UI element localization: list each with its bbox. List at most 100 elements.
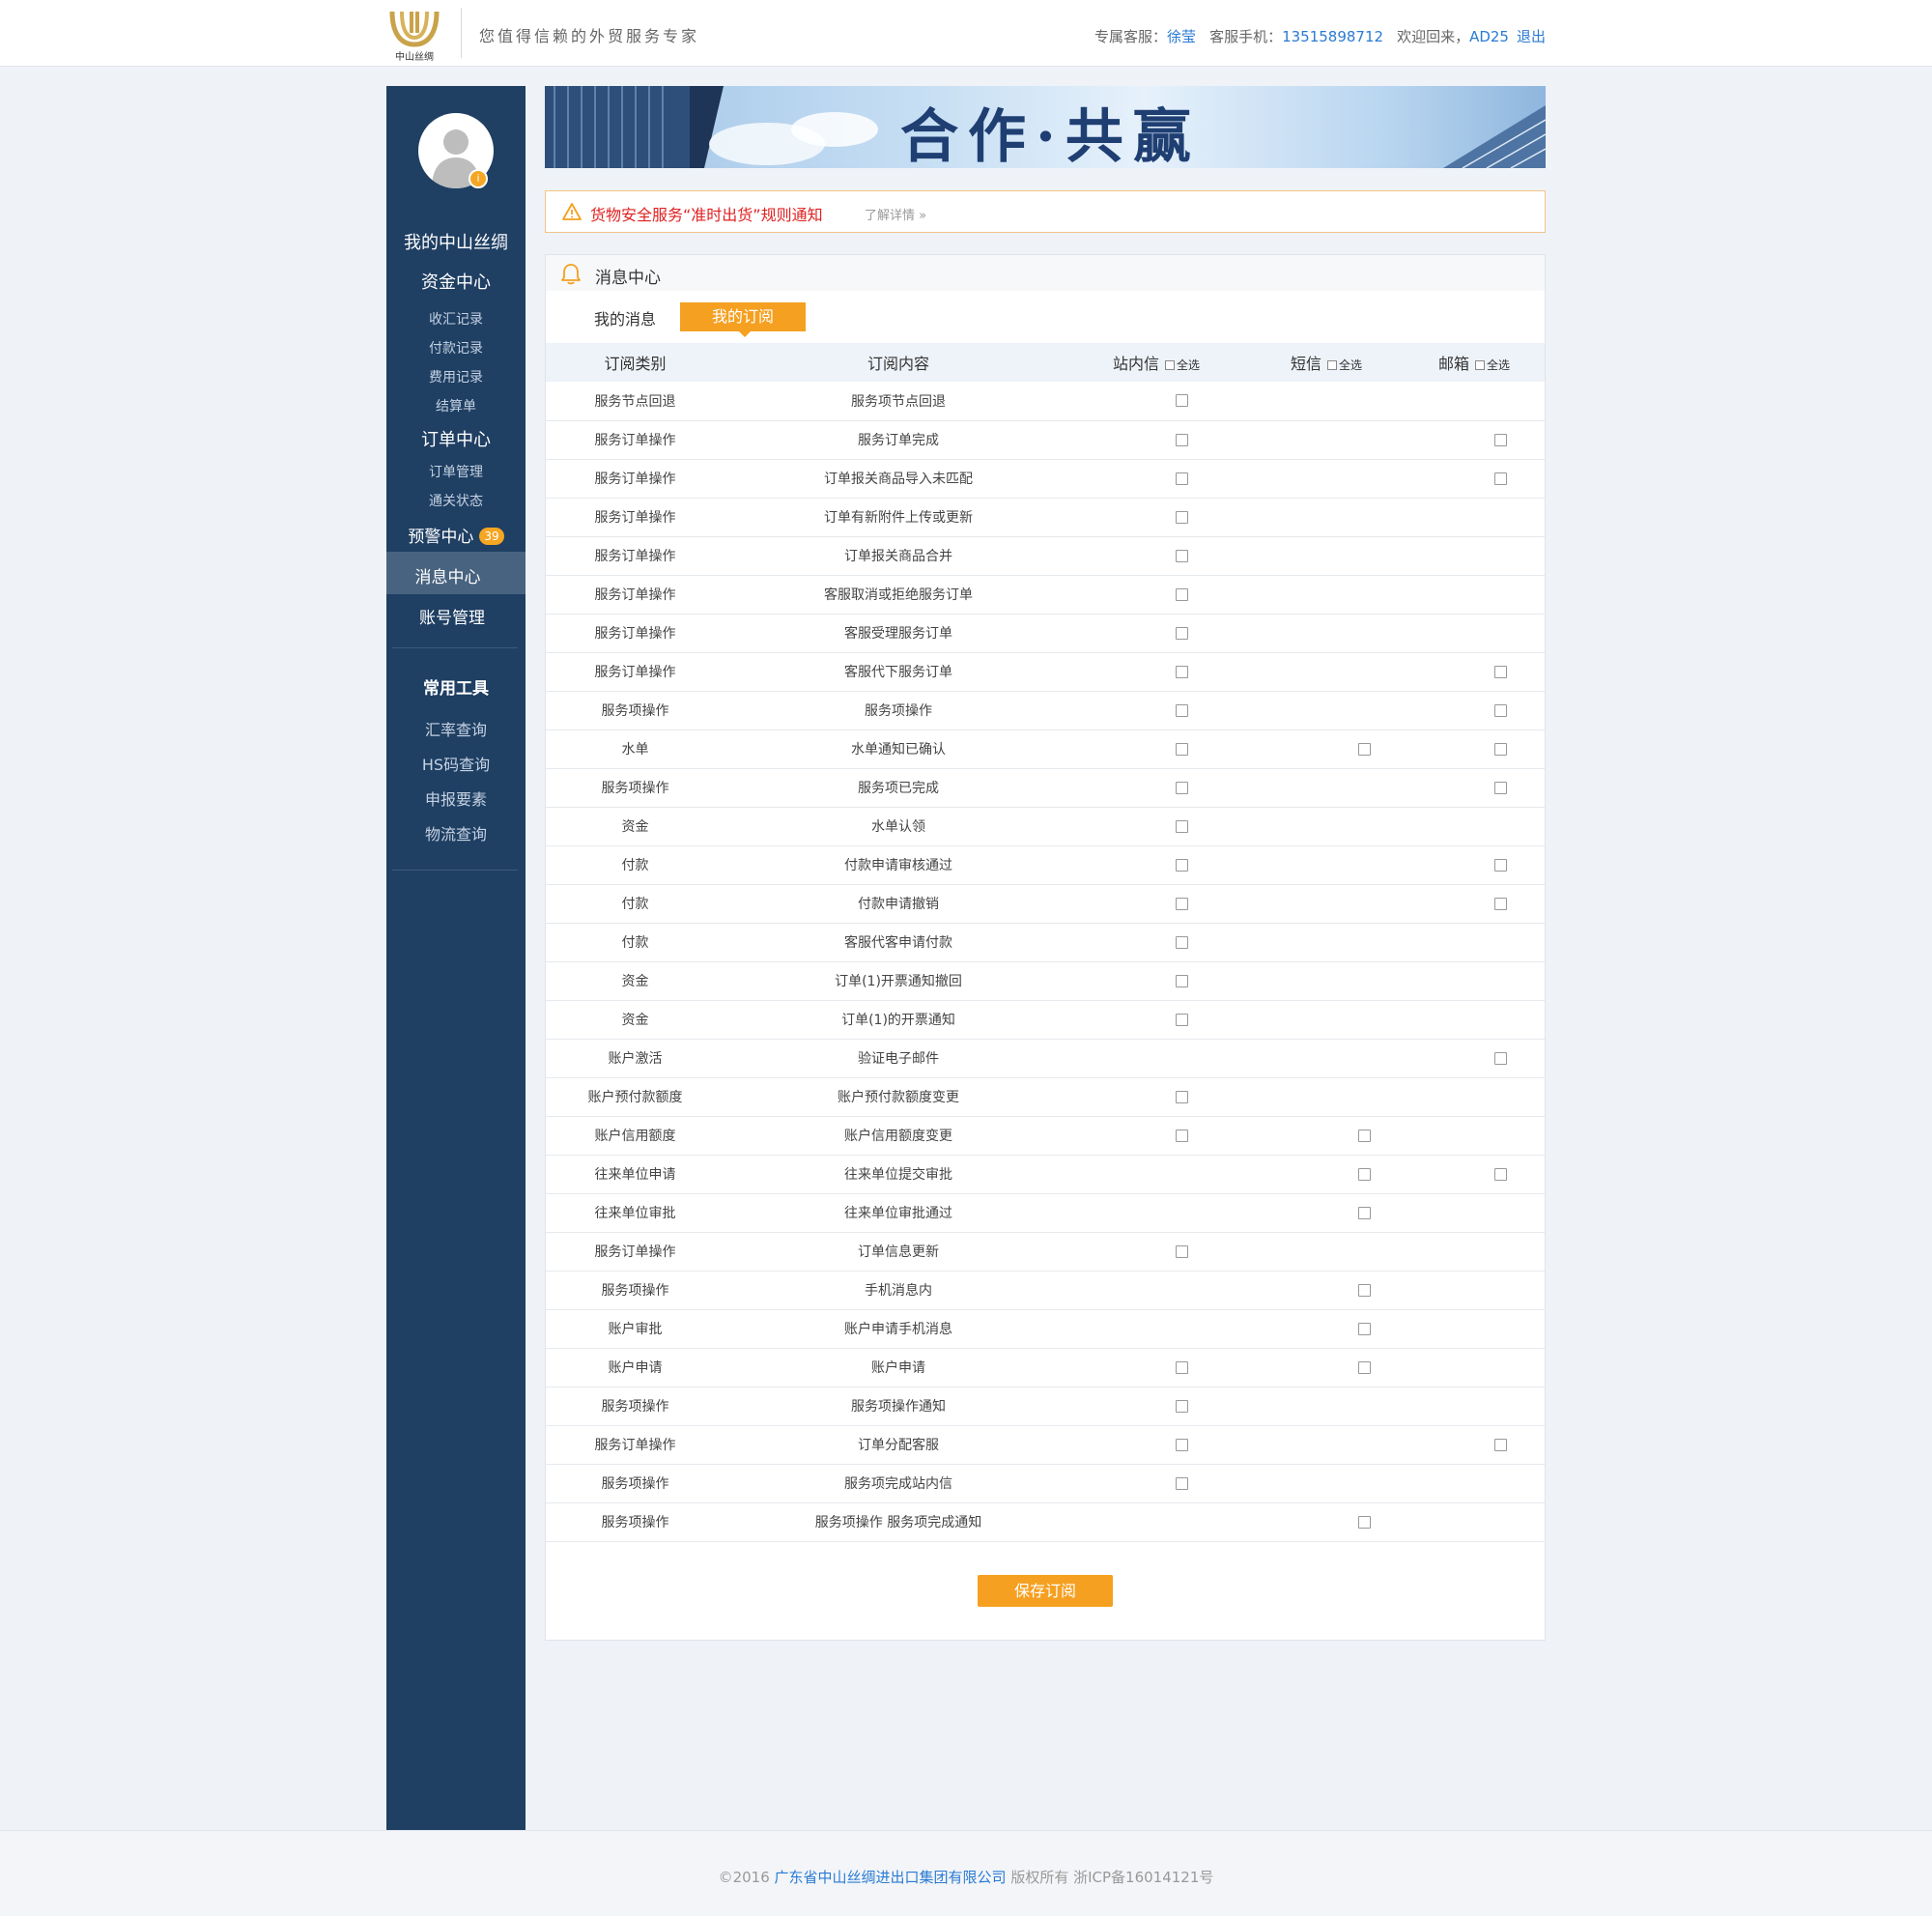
table-row: 服务节点回退 服务项节点回退 [546, 382, 1545, 421]
mail-checkbox[interactable] [1494, 472, 1507, 485]
mail-checkbox[interactable] [1494, 858, 1507, 872]
inbox-checkbox[interactable] [1175, 1476, 1188, 1490]
mail-checkbox[interactable] [1494, 433, 1507, 446]
row-inbox-cell [1072, 845, 1250, 885]
sms-select-all-checkbox[interactable] [1327, 360, 1338, 370]
sidebar-item-customs-status[interactable]: 通关状态 [386, 491, 526, 510]
row-inbox-cell [1072, 382, 1250, 421]
row-sms-cell [1250, 614, 1424, 653]
mail-checkbox[interactable] [1494, 1438, 1507, 1451]
inbox-select-all[interactable]: 全选 [1165, 358, 1200, 372]
sidebar-item-order-manage[interactable]: 订单管理 [386, 462, 526, 481]
inbox-checkbox[interactable] [1175, 974, 1188, 987]
tool-declaration[interactable]: 申报要素 [386, 786, 526, 810]
row-inbox-cell [1072, 652, 1250, 692]
sms-checkbox[interactable] [1358, 1167, 1371, 1181]
mail-checkbox[interactable] [1494, 897, 1507, 910]
panel-title: 消息中心 [595, 269, 661, 288]
table-row: 水单 水单通知已确认 [546, 729, 1545, 769]
sidebar-order-center[interactable]: 订单中心 [386, 426, 526, 451]
table-row: 服务订单操作 订单报关商品导入未匹配 [546, 459, 1545, 499]
inbox-checkbox[interactable] [1175, 510, 1188, 524]
row-sms-cell [1250, 1425, 1424, 1465]
sidebar-my-title[interactable]: 我的中山丝绸 [386, 229, 526, 254]
service-name-link[interactable]: 徐莹 [1167, 28, 1196, 45]
mail-checkbox[interactable] [1494, 703, 1507, 717]
sms-checkbox[interactable] [1358, 1515, 1371, 1529]
row-inbox-cell [1072, 1232, 1250, 1272]
sms-checkbox[interactable] [1358, 1206, 1371, 1219]
inbox-checkbox[interactable] [1175, 1090, 1188, 1103]
sidebar-item-fees[interactable]: 费用记录 [386, 367, 526, 386]
inbox-checkbox[interactable] [1175, 819, 1188, 833]
mail-checkbox[interactable] [1494, 665, 1507, 678]
sms-select-all[interactable]: 全选 [1327, 358, 1362, 372]
mail-select-all-checkbox[interactable] [1475, 360, 1486, 370]
notice-more-link[interactable]: 了解详情 » [865, 205, 926, 223]
row-category: 账户审批 [546, 1309, 724, 1349]
inbox-checkbox[interactable] [1175, 665, 1188, 678]
avatar-info-badge[interactable]: i [469, 169, 488, 188]
inbox-checkbox[interactable] [1175, 394, 1188, 408]
tool-hs-code[interactable]: HS码查询 [386, 752, 526, 775]
sms-checkbox[interactable] [1358, 1360, 1371, 1374]
row-mail-cell [1424, 884, 1545, 924]
save-subscription-button[interactable]: 保存订阅 [978, 1575, 1113, 1607]
mail-checkbox[interactable] [1494, 1051, 1507, 1065]
tool-exchange-rate[interactable]: 汇率查询 [386, 717, 526, 740]
sms-checkbox[interactable] [1358, 1283, 1371, 1297]
company-link[interactable]: 广东省中山丝绸进出口集团有限公司 [775, 1869, 1007, 1886]
inbox-checkbox[interactable] [1175, 587, 1188, 601]
sidebar-item-receipts[interactable]: 收汇记录 [386, 309, 526, 329]
mail-checkbox[interactable] [1494, 781, 1507, 794]
logout-link[interactable]: 退出 [1517, 28, 1546, 45]
inbox-checkbox[interactable] [1175, 1438, 1188, 1451]
mail-checkbox[interactable] [1494, 742, 1507, 756]
sms-checkbox[interactable] [1358, 1129, 1371, 1142]
inbox-checkbox[interactable] [1175, 1013, 1188, 1026]
tool-logistics[interactable]: 物流查询 [386, 821, 526, 844]
inbox-checkbox[interactable] [1175, 703, 1188, 717]
row-sms-cell [1250, 884, 1424, 924]
inbox-checkbox[interactable] [1175, 1244, 1188, 1258]
row-category: 资金 [546, 807, 724, 846]
inbox-checkbox[interactable] [1175, 472, 1188, 485]
sidebar-item-payments[interactable]: 付款记录 [386, 338, 526, 357]
inbox-checkbox[interactable] [1175, 1360, 1188, 1374]
sidebar-fund-center[interactable]: 资金中心 [386, 269, 526, 294]
inbox-checkbox[interactable] [1175, 1399, 1188, 1413]
col-header-category: 订阅类别 [546, 343, 724, 382]
inbox-checkbox[interactable] [1175, 1129, 1188, 1142]
table-row: 往来单位审批 往来单位审批通过 [546, 1193, 1545, 1233]
row-mail-cell [1424, 691, 1545, 730]
row-content: 水单认领 [724, 807, 1072, 846]
sidebar-account[interactable]: 账号管理 [386, 604, 518, 628]
mail-checkbox[interactable] [1494, 1167, 1507, 1181]
inbox-checkbox[interactable] [1175, 433, 1188, 446]
row-inbox-cell [1072, 1155, 1250, 1194]
inbox-checkbox[interactable] [1175, 742, 1188, 756]
inbox-checkbox[interactable] [1175, 858, 1188, 872]
inbox-checkbox[interactable] [1175, 935, 1188, 949]
sidebar-warn-center[interactable]: 预警中心 39 [386, 523, 526, 547]
notice-link[interactable]: 货物安全服务“准时出货”规则通知 [590, 202, 823, 225]
tab-my-messages[interactable]: 我的消息 [594, 306, 656, 329]
username-link[interactable]: AD25 [1469, 28, 1509, 45]
row-inbox-cell [1072, 768, 1250, 808]
col-header-mail: 邮箱 全选 [1424, 343, 1545, 382]
sidebar-item-msg-center[interactable]: 消息中心 [386, 552, 526, 594]
inbox-checkbox[interactable] [1175, 897, 1188, 910]
row-content: 订单(1)开票通知撤回 [724, 961, 1072, 1001]
row-inbox-cell [1072, 807, 1250, 846]
inbox-checkbox[interactable] [1175, 781, 1188, 794]
mail-select-all[interactable]: 全选 [1475, 358, 1510, 372]
row-inbox-cell [1072, 691, 1250, 730]
sidebar-item-statements[interactable]: 结算单 [386, 396, 526, 415]
tab-my-subscriptions[interactable]: 我的订阅 [680, 302, 806, 331]
sms-checkbox[interactable] [1358, 1322, 1371, 1335]
inbox-checkbox[interactable] [1175, 626, 1188, 640]
sms-checkbox[interactable] [1358, 742, 1371, 756]
inbox-select-all-checkbox[interactable] [1165, 360, 1176, 370]
inbox-checkbox[interactable] [1175, 549, 1188, 562]
banner[interactable]: 合作·共赢 [545, 86, 1546, 168]
